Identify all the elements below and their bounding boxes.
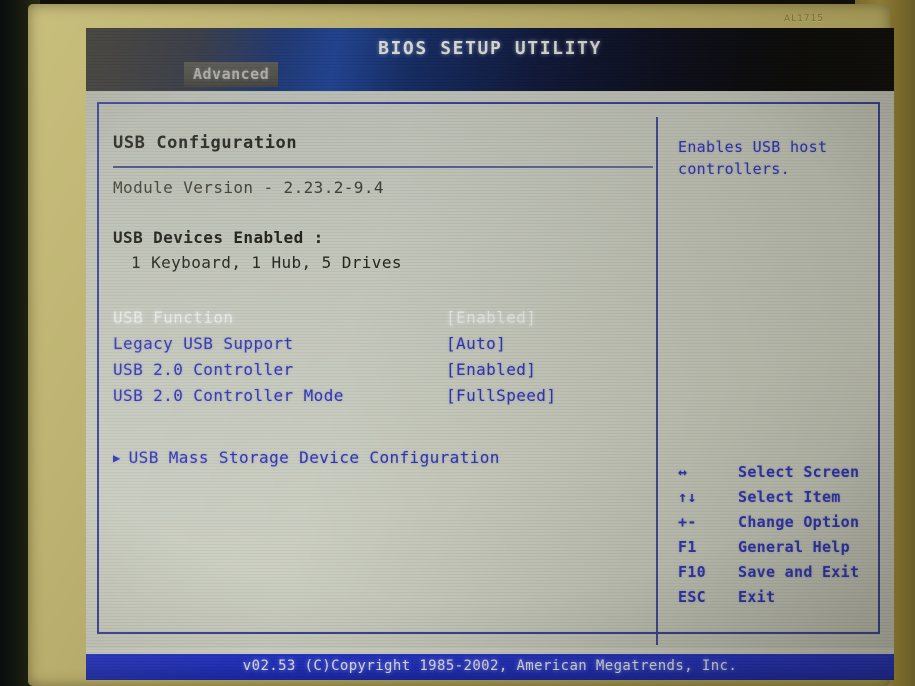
key-legend-label: Select Screen [738, 463, 860, 481]
help-column: Enables USB host controllers. ↔ Select S… [672, 118, 880, 646]
setting-row-legacy-usb-support[interactable]: Legacy USB Support [Auto] [113, 334, 653, 360]
key-legend-row-save-and-exit: F10 Save and Exit [676, 563, 880, 588]
section-rule [113, 166, 653, 168]
setting-value[interactable]: [Enabled] [446, 360, 536, 379]
key-legend-row-select-item: ↑↓ Select Item [676, 488, 880, 513]
key-legend-label: Select Item [738, 488, 841, 506]
bios-footer: v02.53 (C)Copyright 1985-2002, American … [86, 654, 894, 680]
copyright-text: v02.53 (C)Copyright 1985-2002, American … [242, 658, 738, 674]
settings-list: USB Function [Enabled] Legacy USB Suppor… [113, 308, 653, 412]
setting-row-usb-function[interactable]: USB Function [Enabled] [113, 308, 653, 334]
key-legend: ↔ Select Screen ↑↓ Select Item +- Change… [676, 463, 880, 613]
content-panel: USB Configuration Module Version - 2.23.… [97, 102, 880, 645]
monitor-bezel: AL1715 BIOS SETUP UTILITY Advanced USB C… [28, 4, 894, 686]
help-text: Enables USB host controllers. [678, 138, 828, 178]
key-legend-row-change-option: +- Change Option [676, 513, 880, 538]
setting-label: USB 2.0 Controller Mode [113, 386, 344, 405]
menu-tabstrip: Advanced [86, 62, 894, 91]
setting-label: USB 2.0 Controller [113, 360, 294, 379]
left-right-arrow-icon: ↔ [678, 463, 688, 481]
module-version-text: Module Version - 2.23.2-9.4 [113, 178, 384, 197]
submenu-usb-mass-storage-device-configuration[interactable]: ▶ USB Mass Storage Device Configuration [113, 448, 500, 467]
submenu-label: USB Mass Storage Device Configuration [128, 448, 500, 467]
panel-divider [656, 117, 658, 645]
setting-value[interactable]: [FullSpeed] [446, 386, 556, 405]
up-down-arrow-icon: ↑↓ [678, 488, 697, 506]
f1-key-icon: F1 [678, 538, 697, 556]
bios-header: BIOS SETUP UTILITY Advanced [86, 28, 894, 91]
key-legend-row-general-help: F1 General Help [676, 538, 880, 563]
key-legend-label: General Help [738, 538, 850, 556]
bezel-model-marking: AL1715 [783, 13, 825, 25]
section-title: USB Configuration [113, 133, 298, 153]
key-legend-row-select-screen: ↔ Select Screen [676, 463, 880, 488]
tab-advanced[interactable]: Advanced [184, 62, 279, 87]
usb-devices-enabled-heading: USB Devices Enabled : [113, 228, 324, 247]
bios-body: USB Configuration Module Version - 2.23.… [86, 91, 894, 654]
crt-screen: BIOS SETUP UTILITY Advanced USB Configur… [86, 28, 894, 680]
monitor-photo: AL1715 BIOS SETUP UTILITY Advanced USB C… [0, 0, 915, 686]
page-title: BIOS SETUP UTILITY [378, 38, 602, 59]
setting-value[interactable]: [Enabled] [446, 308, 536, 327]
usb-devices-enabled-list: 1 Keyboard, 1 Hub, 5 Drives [131, 253, 402, 272]
f10-key-icon: F10 [678, 563, 706, 581]
key-legend-row-exit: ESC Exit [676, 588, 880, 613]
setting-label: Legacy USB Support [113, 334, 294, 353]
esc-key-icon: ESC [678, 588, 706, 606]
plus-minus-icon: +- [678, 513, 697, 531]
setting-value[interactable]: [Auto] [446, 334, 506, 353]
main-column: USB Configuration Module Version - 2.23.… [113, 118, 653, 646]
key-legend-label: Exit [738, 588, 776, 606]
key-legend-label: Change Option [738, 513, 860, 531]
triangle-right-icon: ▶ [113, 451, 121, 465]
setting-row-usb-2-0-controller[interactable]: USB 2.0 Controller [Enabled] [113, 360, 653, 386]
setting-label: USB Function [113, 308, 234, 327]
setting-row-usb-2-0-controller-mode[interactable]: USB 2.0 Controller Mode [FullSpeed] [113, 386, 653, 412]
key-legend-label: Save and Exit [738, 563, 860, 581]
